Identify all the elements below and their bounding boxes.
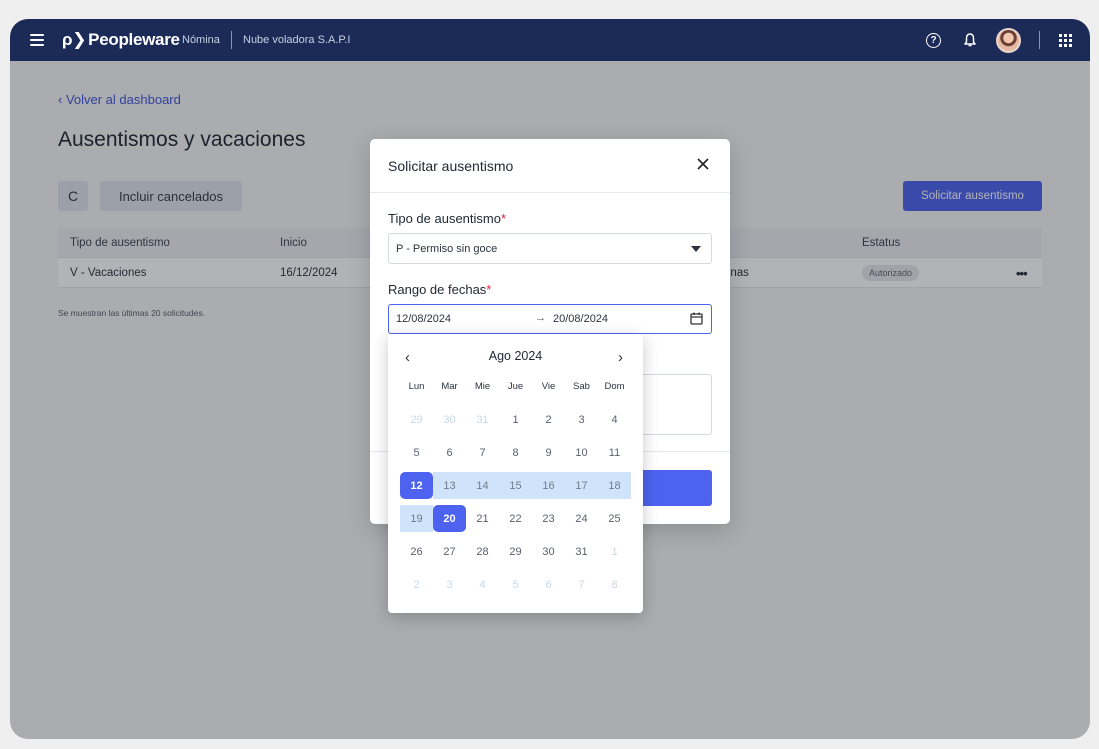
calendar-day: 5 [512,578,519,591]
calendar-day: 7 [578,578,585,591]
calendar-day[interactable]: 21 [466,505,499,532]
calendar-day[interactable]: 31 [565,538,598,565]
required-mark: * [486,282,492,297]
type-label: Tipo de ausentismo* [388,211,506,226]
month-title: Ago 2024 [488,349,543,363]
calendar-day: 1 [611,545,618,558]
weekday-header: Jue [507,381,524,392]
menu-icon[interactable] [28,19,46,61]
calendar-day[interactable]: 23 [532,505,565,532]
arrow-right-icon: → [535,312,546,324]
calendar-day[interactable]: 8 [499,439,532,466]
calendar-day: 29 [410,413,423,426]
weekday-header: Lun [408,381,425,392]
date-range-picker: ‹ Ago 2024 › Lun Mar Mie Jue Vie Sab Dom 29 30 31… [388,334,643,613]
weekday-header: Vie [541,381,556,392]
calendar-day: 6 [545,578,552,591]
dialog-header: Solicitar ausentismo [370,139,730,193]
company-name: Nube voladora S.A.P.I [243,34,351,46]
type-label-text: Tipo de ausentismo [388,211,501,226]
calendar-day: 8 [611,578,618,591]
calendar-day[interactable]: 13 [433,472,466,499]
app-window: ρ❯ Peopleware Nómina Nube voladora S.A.P… [10,19,1090,739]
calendar-day[interactable]: 15 [499,472,532,499]
top-bar: ρ❯ Peopleware Nómina Nube voladora S.A.P… [10,19,1090,61]
calendar-day[interactable]: 5 [400,439,433,466]
calendar-day[interactable]: 14 [466,472,499,499]
weekday-header: Sab [573,381,590,392]
calendar-day[interactable]: 20 [433,505,466,532]
topbar-divider [231,31,232,49]
calendar-day[interactable]: 9 [532,439,565,466]
range-start-input[interactable]: 12/08/2024 [396,313,451,325]
calendar-day[interactable]: 4 [598,406,631,433]
chevron-right-icon[interactable]: › [618,349,623,366]
calendar-day[interactable]: 25 [598,505,631,532]
weekday-header: Dom [604,381,625,392]
calendar-day[interactable]: 30 [532,538,565,565]
apps-button[interactable] [1059,19,1072,61]
dialog-title: Solicitar ausentismo [388,158,514,174]
absence-type-value: P - Permiso sin goce [396,242,498,255]
chevron-down-icon [691,246,701,252]
calendar-day[interactable]: 3 [565,406,598,433]
calendar-day[interactable]: 2 [532,406,565,433]
calendar-day[interactable]: 11 [598,439,631,466]
topbar-divider [1039,31,1040,49]
calendar-icon[interactable] [690,312,703,325]
close-icon[interactable] [696,157,710,171]
range-end-input[interactable]: 20/08/2024 [553,313,608,325]
calendar-day[interactable]: 26 [400,538,433,565]
module-name: Nómina [182,34,220,46]
help-button[interactable]: ? [926,19,941,61]
calendar-day: 4 [479,578,486,591]
absence-type-select[interactable]: P - Permiso sin goce [388,233,712,264]
calendar-day[interactable]: 24 [565,505,598,532]
logo-mark: ρ❯ [62,30,87,49]
range-label: Rango de fechas* [388,282,491,297]
weekday-header: Mar [441,381,458,392]
bell-icon [964,33,976,47]
calendar-day: 31 [476,413,489,426]
notifications-button[interactable] [962,19,978,61]
calendar-day[interactable]: 1 [499,406,532,433]
apps-grid-icon [1059,33,1072,47]
calendar-day: 30 [443,413,456,426]
calendar-day[interactable]: 22 [499,505,532,532]
calendar-day: 2 [413,578,420,591]
weekday-header: Mie [474,381,491,392]
date-range-input[interactable]: 12/08/2024 → 20/08/2024 [388,304,712,334]
calendar-day[interactable]: 17 [565,472,598,499]
calendar-day: 3 [446,578,453,591]
user-avatar-button[interactable] [996,19,1021,61]
calendar-day[interactable]: 7 [466,439,499,466]
calendar-day[interactable]: 28 [466,538,499,565]
calendar-day[interactable]: 19 [400,505,433,532]
calendar-day[interactable]: 27 [433,538,466,565]
logo-text: Peopleware [88,30,180,49]
logo[interactable]: ρ❯ Peopleware [62,19,180,61]
avatar [996,27,1021,53]
calendar-day[interactable]: 18 [598,472,631,499]
calendar-day[interactable]: 10 [565,439,598,466]
calendar-day[interactable]: 16 [532,472,565,499]
range-label-text: Rango de fechas [388,282,487,297]
calendar-day[interactable]: 12 [400,472,433,499]
required-mark: * [500,211,507,226]
calendar-day[interactable]: 6 [433,439,466,466]
question-icon: ? [926,32,941,48]
calendar-day[interactable]: 29 [499,538,532,565]
